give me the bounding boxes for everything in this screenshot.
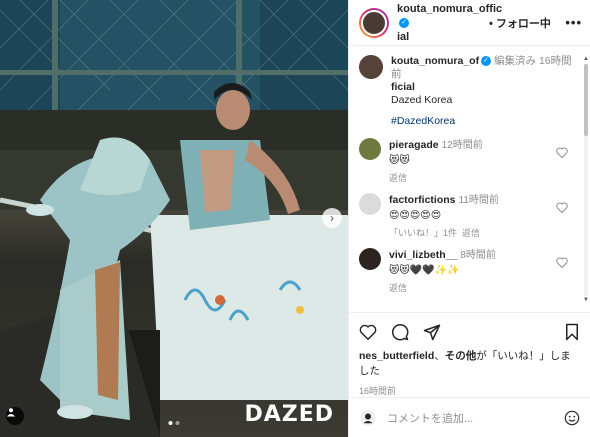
- following-button[interactable]: • フォロー中: [489, 15, 551, 31]
- like-comment-heart-icon[interactable]: [556, 257, 568, 268]
- verified-badge-icon: ✓: [481, 56, 492, 67]
- reply-button[interactable]: 返信: [389, 171, 580, 185]
- comment-item: factorfictions 11時間前 😍😍😍😍😍 「いいね！」1件 返信: [349, 187, 590, 242]
- comment-meta: 「いいね！」1件 返信: [389, 226, 580, 240]
- comments-scroll-area[interactable]: kouta_nomura_of ✓ 編集済み 16時間前 ficial Dazed…: [349, 47, 590, 309]
- edited-label: 編集済み: [494, 55, 537, 67]
- commenter-avatar[interactable]: [359, 248, 381, 270]
- comment-text: 😍😍😍😍😍: [389, 210, 442, 221]
- post-header: kouta_nomura_offic✓ ial • フォロー中 •••: [349, 0, 590, 46]
- dazed-watermark: DAZED: [244, 402, 334, 427]
- caption-author-avatar[interactable]: [359, 55, 383, 79]
- post-photo[interactable]: › DAZED: [0, 0, 348, 437]
- commenter-avatar[interactable]: [359, 138, 381, 160]
- reply-button[interactable]: 返信: [462, 228, 480, 238]
- others-link[interactable]: その他: [445, 350, 477, 362]
- comment-time[interactable]: 11時間前: [459, 195, 499, 206]
- liker-username[interactable]: nes_butterfield: [359, 350, 434, 362]
- commenter-username[interactable]: vivi_lizbeth__: [389, 249, 457, 261]
- comment-text: 😻😻: [389, 155, 410, 166]
- comment-like-count[interactable]: 「いいね！」1件: [389, 228, 457, 238]
- share-send-icon[interactable]: [423, 323, 441, 341]
- commenter-avatar[interactable]: [359, 193, 381, 215]
- add-comment-bar: コメントを追加...: [349, 397, 590, 437]
- author-username[interactable]: kouta_nomura_offic✓ ial: [397, 2, 502, 44]
- add-comment-input[interactable]: コメントを追加...: [387, 410, 564, 426]
- caption-hashtag-link[interactable]: #DazedKorea: [391, 115, 580, 128]
- post-side-panel: kouta_nomura_offic✓ ial • フォロー中 ••• kout…: [348, 0, 590, 437]
- reply-button[interactable]: 返信: [389, 281, 580, 295]
- commenter-username[interactable]: pieragade: [389, 139, 439, 151]
- post-actions: nes_butterfield、その他が「いいね！」しました 16時間前: [349, 312, 590, 397]
- commenter-username[interactable]: factorfictions: [389, 194, 456, 206]
- like-heart-icon[interactable]: [359, 324, 377, 340]
- scrollbar-thumb[interactable]: [584, 64, 588, 136]
- save-bookmark-icon[interactable]: [564, 323, 580, 341]
- scroll-down-arrow-icon[interactable]: ▼: [583, 297, 589, 303]
- comment-avatar-icon: [360, 410, 376, 425]
- post-timestamp[interactable]: 16時間前: [359, 384, 580, 397]
- emoji-smiley-icon[interactable]: [564, 410, 580, 426]
- scroll-up-arrow-icon[interactable]: ▲: [583, 56, 589, 62]
- comment-bubble-icon[interactable]: [391, 323, 409, 341]
- author-avatar[interactable]: [359, 7, 389, 38]
- photo-illustration: [0, 0, 348, 437]
- carousel-next-button[interactable]: ›: [322, 208, 342, 228]
- caption-text: Dazed Korea: [391, 94, 453, 106]
- more-options-icon[interactable]: •••: [565, 15, 582, 30]
- verified-badge-icon: ✓: [399, 17, 409, 28]
- comments-scrollbar[interactable]: ▲ ▼: [583, 56, 589, 304]
- carousel-dot: [175, 421, 180, 425]
- comment-item: pieragade 12時間前 😻😻 返信: [349, 132, 590, 187]
- comment-text: 😻😻🖤🖤✨✨: [389, 265, 460, 276]
- carousel-indicator: [168, 421, 180, 425]
- tagged-users-icon[interactable]: [6, 407, 24, 425]
- post-caption: kouta_nomura_of ✓ 編集済み 16時間前 ficial Dazed…: [349, 47, 590, 132]
- like-comment-heart-icon[interactable]: [556, 147, 568, 158]
- carousel-dot-active: [168, 421, 173, 425]
- caption-username[interactable]: kouta_nomura_of ✓: [391, 55, 492, 67]
- comment-item: vivi_lizbeth__ 8時間前 😻😻🖤🖤✨✨ 返信: [349, 242, 590, 297]
- comment-time[interactable]: 12時間前: [442, 140, 483, 151]
- likes-summary: nes_butterfield、その他が「いいね！」しました: [359, 350, 571, 377]
- like-comment-heart-icon[interactable]: [556, 202, 568, 213]
- comment-time[interactable]: 8時間前: [460, 250, 496, 261]
